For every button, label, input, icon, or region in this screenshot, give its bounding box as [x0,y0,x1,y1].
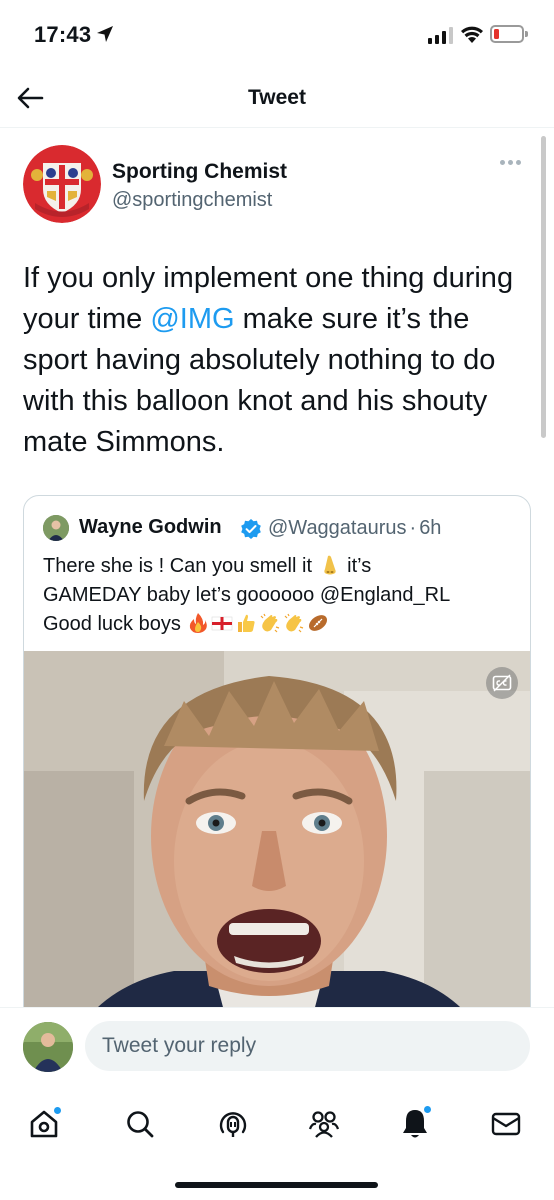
cellular-signal-icon [428,26,453,44]
clapping-hands-emoji [260,613,280,633]
quoted-author-avatar [43,515,69,541]
search-icon [127,1111,154,1138]
quoted-text-line: Good luck boys [43,613,187,635]
home-indicator [175,1182,378,1188]
separator-dot: · [409,517,417,539]
quoted-tweet-card[interactable]: Wayne Godwin @Waggataurus · 6h There she i… [23,495,531,1055]
tweet-text: If you only implement one thing during y… [23,258,528,463]
nav-messages[interactable] [481,1099,531,1149]
nav-search[interactable] [115,1099,165,1149]
video-frame [24,651,530,1054]
bottom-nav [0,1087,554,1200]
nose-emoji [323,555,336,575]
quoted-time: 6h [419,517,442,539]
nav-home[interactable] [19,1099,69,1149]
verified-badge-icon [241,519,261,539]
quoted-handle: @Waggataurus · 6h [268,517,441,540]
home-badge [53,1106,62,1115]
quoted-text-line: GAMEDAY baby let’s goooooo @England_RL [43,584,451,606]
author-handle[interactable]: @sportingchemist [112,189,272,212]
more-options-icon[interactable] [500,160,521,165]
page-title: Tweet [248,86,306,109]
england-flag-emoji [212,616,233,631]
closed-captions-icon [492,674,512,692]
quoted-text-line: There she is ! Can you smell it [43,555,318,577]
club-crest-image [23,145,101,223]
rugby-ball-emoji [309,615,328,631]
location-arrow-icon [97,26,113,42]
wifi-icon [461,26,483,43]
status-bar: 17:43 [0,0,554,70]
nav-notifications[interactable] [390,1099,440,1149]
quoted-tweet-text: There she is ! Can you smell it it’s GAM… [43,552,519,639]
mention-link[interactable]: @IMG [150,303,234,335]
author-name[interactable]: Sporting Chemist [112,160,287,184]
notifications-badge [423,1105,432,1114]
fire-emoji [190,613,208,633]
quoted-video[interactable] [24,651,530,1054]
status-time: 17:43 [34,22,92,47]
reply-input[interactable]: Tweet your reply [85,1021,530,1071]
scroll-indicator[interactable] [541,136,546,438]
thumbs-up-emoji [238,614,256,632]
nav-communities[interactable] [299,1099,349,1149]
envelope-icon [491,1112,521,1136]
author-avatar[interactable] [23,145,101,223]
user-avatar[interactable] [23,1022,73,1072]
header: Tweet [0,70,554,128]
quoted-author-name: Wayne Godwin [79,516,222,538]
battery-icon [490,25,528,43]
quoted-handle-text: @Waggataurus [268,517,407,539]
quoted-text-line: it’s [341,555,372,577]
closed-captions-button[interactable] [486,667,518,699]
reply-bar: Tweet your reply [0,1007,554,1087]
spaces-icon [219,1112,247,1137]
communities-icon [308,1111,340,1138]
clapping-hands-emoji [284,613,304,633]
nav-spaces[interactable] [208,1099,258,1149]
